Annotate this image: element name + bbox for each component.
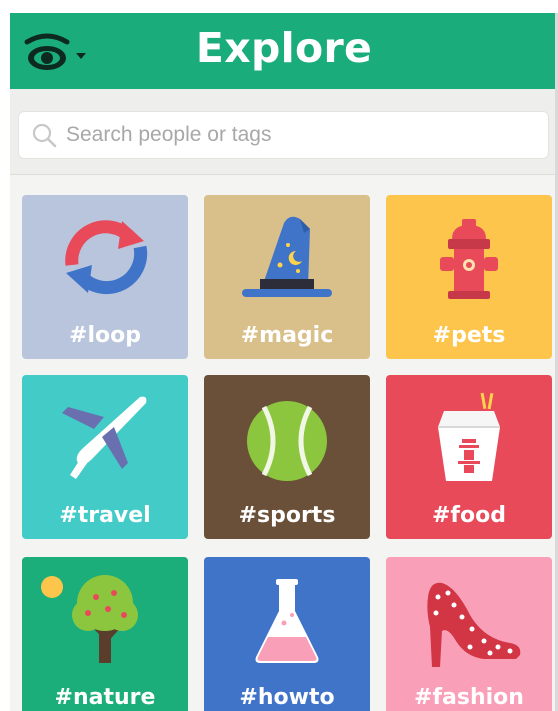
search-input[interactable] [66, 113, 526, 157]
tag-tile-nature[interactable]: #nature [22, 557, 188, 711]
tag-tile-travel[interactable]: #travel [22, 375, 188, 539]
tag-label: #sports [238, 503, 336, 528]
takeout-box-icon [438, 392, 500, 481]
high-heel-icon [427, 582, 521, 667]
tag-tile-magic[interactable]: #magic [204, 195, 370, 359]
tag-tile-sports[interactable]: #sports [204, 375, 370, 539]
tag-label: #food [432, 503, 506, 528]
tag-label: #howto [239, 685, 335, 710]
search-icon [32, 123, 57, 148]
search-box[interactable] [18, 111, 549, 159]
tag-label: #fashion [414, 685, 524, 710]
loop-arrows-icon [65, 220, 148, 295]
tag-label: #loop [69, 323, 141, 348]
tag-label: #magic [240, 323, 334, 348]
tennis-ball-icon [247, 401, 327, 481]
tag-label: #pets [432, 323, 506, 348]
tag-label: #nature [54, 685, 156, 710]
tag-grid: #loop #magic #pets #travel #sports #food… [10, 175, 558, 711]
wizard-hat-icon [242, 216, 332, 297]
tag-tile-howto[interactable]: #howto [204, 557, 370, 711]
airplane-icon [62, 396, 147, 479]
tag-label: #travel [59, 503, 151, 528]
search-bar [10, 89, 558, 175]
tag-tile-pets[interactable]: #pets [386, 195, 552, 359]
top-bar: Explore [10, 13, 558, 89]
tag-tile-loop[interactable]: #loop [22, 195, 188, 359]
explore-screen: Explore #loop [10, 13, 558, 711]
tag-tile-fashion[interactable]: #fashion [386, 557, 552, 711]
flask-icon [255, 579, 319, 663]
tree-icon [41, 575, 138, 663]
fire-hydrant-icon [440, 219, 498, 299]
tag-tile-food[interactable]: #food [386, 375, 552, 539]
page-title: Explore [195, 24, 373, 72]
